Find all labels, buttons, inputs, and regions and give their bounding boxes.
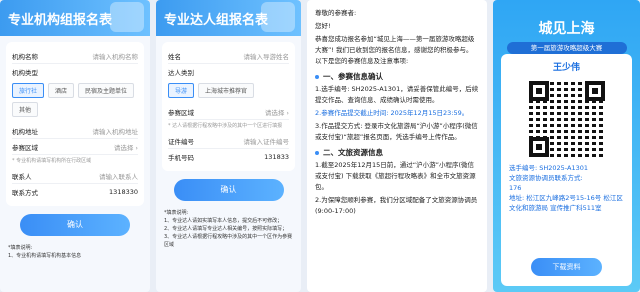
player-name: 王少伟 — [552, 63, 580, 73]
intro-text: 恭喜您成功报名参加“城见上海——第一届旅游攻略超级大赛”! 我们已收到您的报名信… — [315, 35, 475, 65]
event-subtitle: 第一届旅游攻略超级大赛 — [506, 42, 627, 54]
chip-travel-agency[interactable]: 旅行社 — [12, 83, 45, 98]
player-ticket: 城见上海 第一届旅游攻略超级大赛 王少伟 选手编号: SH2025-A1301 … — [493, 0, 640, 292]
district-select[interactable]: 参赛区域 请选择 › — [12, 139, 138, 155]
chevron-right-icon: › — [286, 108, 289, 117]
decor-icon — [261, 2, 295, 32]
greeting: 尊敬的参赛者: — [315, 9, 357, 17]
confirm-button[interactable]: 确认 — [173, 179, 284, 201]
event-logo: 城见上海 — [538, 21, 595, 37]
contact-field[interactable]: 联系人 请输入联系人 — [12, 168, 138, 184]
page-title: 专业机构组报名表 — [0, 0, 150, 36]
qr-code-icon — [526, 79, 607, 159]
chip-city-ambassador[interactable]: 上海城市推荐官 — [198, 83, 255, 98]
chip-hotel[interactable]: 酒店 — [48, 83, 75, 98]
talent-type-label: 达人类别 — [168, 69, 194, 77]
talent-type-options: 导游 上海城市推荐官 — [168, 83, 289, 98]
info-item: 1.选手编号: SH2025-A1301，请妥善保管此编号，后续提交作品、查询信… — [315, 85, 479, 104]
cert-field[interactable]: 证件编号 请输入证件编号 — [168, 133, 289, 149]
bullet-icon — [315, 150, 319, 155]
info-item: 3.作品提交方式: 登录市文化旅游局“沪小游”小程序(微信或支付宝)“旅超”报名… — [315, 122, 478, 141]
info-item: 1.截至2025年12月15日前，通过“沪小游”小程序(微信或支付宝) 下载获取… — [315, 161, 476, 191]
info-item: 2.为保障您顺利参赛，我们分区域配备了文旅资源协调员(9:00-17:00) — [315, 196, 478, 215]
form-card: 姓名 请输入导游姓名 达人类别 导游 上海城市推荐官 参赛区域 请选择 › * … — [162, 42, 295, 171]
form-note: *填表说明: 1、专业机构请填写机构基本信息 — [8, 245, 82, 259]
org-name-field[interactable]: 机构名称 请输入机构名称 — [12, 48, 138, 64]
address: 地址: 松江区九峰路2号15-16号 松江区文化和旅游局 宣传推广科511室 — [509, 194, 623, 212]
chip-guide[interactable]: 导游 — [168, 83, 195, 98]
page-title: 专业达人组报名表 — [156, 0, 301, 36]
district-select[interactable]: 参赛区域 请选择 › — [168, 104, 289, 120]
confirmation-notice: 尊敬的参赛者: 您好! 恭喜您成功报名参加“城见上海——第一届旅游攻略超级大赛”… — [307, 0, 487, 292]
chevron-right-icon: › — [135, 143, 138, 152]
form-card: 机构名称 请输入机构名称 机构类型 旅行社 酒店 民宿及主题单位 其他 机构地址… — [6, 42, 144, 206]
hello: 您好! — [315, 22, 331, 30]
form-note: *填表说明: 1、专业达人请如实填写本人信息，提交后不可修改； 2、专业达人请填… — [164, 210, 293, 248]
download-button[interactable]: 下载资料 — [531, 258, 602, 276]
player-number: 选手编号: SH2025-A1301 — [509, 164, 589, 172]
decor-icon — [110, 2, 144, 32]
chip-homestay[interactable]: 民宿及主题单位 — [78, 83, 135, 98]
bullet-icon — [315, 74, 319, 79]
ticket-card: 王少伟 选手编号: SH2025-A1301 文旅资源协调员联系方式: 176 … — [501, 54, 632, 286]
org-type-label: 机构类型 — [12, 69, 38, 77]
coordinator-phone: 176 — [509, 184, 522, 192]
info-item: 2.参赛作品提交截止时间: 2025年12月15日23:59。 — [315, 109, 469, 117]
phone-field[interactable]: 联系方式 1318330 — [12, 184, 138, 200]
name-field[interactable]: 姓名 请输入导游姓名 — [168, 48, 289, 64]
chip-other[interactable]: 其他 — [12, 102, 39, 117]
talent-signup-form: 专业达人组报名表 姓名 请输入导游姓名 达人类别 导游 上海城市推荐官 参赛区域… — [156, 0, 301, 292]
org-address-field[interactable]: 机构地址 请输入机构地址 — [12, 123, 138, 139]
confirm-button[interactable]: 确认 — [20, 214, 130, 236]
section-heading: 二、文旅资源信息 — [315, 147, 479, 158]
org-signup-form: 专业机构组报名表 机构名称 请输入机构名称 机构类型 旅行社 酒店 民宿及主题单… — [0, 0, 150, 292]
coordinator-title: 文旅资源协调员联系方式: — [509, 174, 583, 182]
section-heading: 一、参赛信息确认 — [315, 71, 479, 82]
phone-field[interactable]: 手机号码 131833 — [168, 149, 289, 165]
org-type-options: 旅行社 酒店 民宿及主题单位 其他 — [12, 83, 138, 117]
